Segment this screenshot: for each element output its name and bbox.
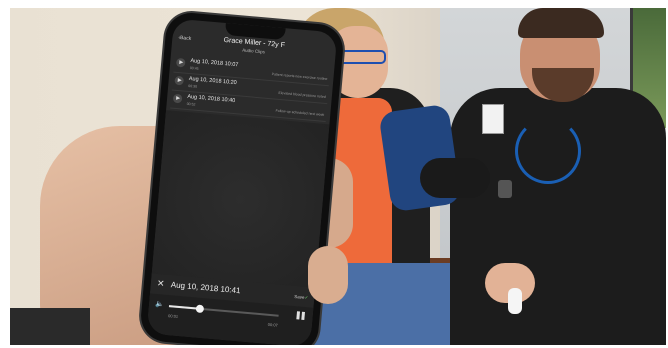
close-icon[interactable]: ✕ <box>156 278 165 290</box>
pause-icon[interactable] <box>296 311 305 320</box>
clip-duration: 00:30 <box>188 83 198 89</box>
phone-screen: ‹Back Grace Miller - 72y F Audio Clips A… <box>146 18 338 345</box>
scrubber-handle[interactable] <box>195 304 205 314</box>
photo-scene: ‹Back Grace Miller - 72y F Audio Clips A… <box>10 8 666 345</box>
stethoscope <box>515 118 581 184</box>
clip-note: Patient reports new exercise routine <box>271 72 328 82</box>
pulse-oximeter <box>508 288 522 314</box>
id-badge <box>482 104 504 134</box>
clip-note: Elevated blood pressure noted <box>278 90 326 99</box>
sleeve <box>10 308 90 345</box>
gloved-hand <box>420 158 490 198</box>
nurse-hair <box>518 8 604 38</box>
recording-date: Aug 10, 2018 10:41 <box>170 280 241 296</box>
clip-note: Follow-up scheduled next week <box>275 108 325 117</box>
clip-duration: 00:52 <box>186 101 196 107</box>
progress-track[interactable] <box>168 304 279 317</box>
elapsed-time: 00:01 <box>167 313 179 319</box>
total-time: 00:07 <box>267 321 278 328</box>
speaker-icon[interactable]: 🔈 <box>155 300 164 309</box>
play-icon[interactable] <box>174 75 185 86</box>
wristwatch <box>498 180 512 198</box>
check-icon: ✓ <box>304 294 309 301</box>
play-icon[interactable] <box>172 93 183 104</box>
finger <box>308 246 348 304</box>
play-icon[interactable] <box>175 57 186 68</box>
clip-duration: 00:45 <box>189 66 199 71</box>
empty-area <box>151 110 330 289</box>
save-button[interactable]: Save✓ <box>294 294 309 301</box>
